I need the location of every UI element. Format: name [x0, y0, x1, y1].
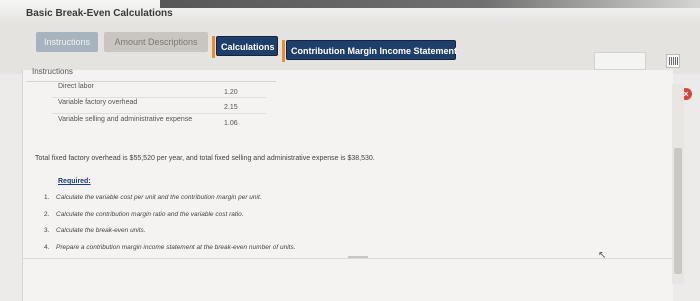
cost-row-label: Direct labor [58, 83, 94, 90]
divider [52, 113, 266, 114]
required-item-number: 3. [44, 227, 50, 234]
required-item: 3. Calculate the break-even units. [44, 227, 146, 234]
divider [52, 97, 266, 98]
toolbar-field[interactable] [594, 52, 646, 70]
tab-separator [212, 36, 215, 58]
window-title: Basic Break-Even Calculations [26, 8, 173, 19]
required-item-number: 2. [44, 211, 50, 218]
cost-row-value: 1.20 [224, 89, 238, 96]
fixed-costs-text: Total fixed factory overhead is $55,520 … [35, 155, 375, 162]
top-band [160, 0, 700, 8]
required-item: 1. Calculate the variable cost per unit a… [44, 194, 262, 201]
tab-instructions[interactable]: Instructions [36, 32, 98, 52]
tab-amount-descriptions[interactable]: Amount Descriptions [104, 32, 208, 52]
cost-row-label: Variable factory overhead [58, 99, 138, 106]
required-heading: Required: [58, 178, 91, 185]
required-item-text: Calculate the variable cost per unit and… [56, 194, 262, 201]
cost-row-label: Variable selling and administrative expe… [58, 116, 193, 123]
required-item: 4. Prepare a contribution margin income s… [44, 244, 296, 251]
required-item-text: Prepare a contribution margin income sta… [56, 244, 296, 251]
grid-icon[interactable] [666, 54, 680, 68]
divider [26, 81, 276, 82]
required-item: 2. Calculate the contribution margin rati… [44, 211, 244, 218]
scrollbar-thumb[interactable] [674, 148, 682, 274]
panel-heading: Instructions [32, 67, 73, 76]
divider [22, 258, 672, 259]
required-item-text: Calculate the contribution margin ratio … [56, 211, 244, 218]
cost-row-value: 2.15 [224, 104, 238, 111]
tab-contribution-margin-income-statement[interactable]: Contribution Margin Income Statement [286, 40, 457, 60]
required-item-number: 1. [44, 194, 50, 201]
resize-handle[interactable] [348, 256, 368, 258]
cost-row-value: 1.06 [224, 120, 238, 127]
tab-calculations[interactable]: Calculations [216, 36, 278, 56]
required-item-text: Calculate the break-even units. [56, 227, 146, 234]
required-item-number: 4. [44, 244, 50, 251]
tab-separator [282, 40, 285, 62]
cursor-icon: ↖ [598, 250, 607, 261]
